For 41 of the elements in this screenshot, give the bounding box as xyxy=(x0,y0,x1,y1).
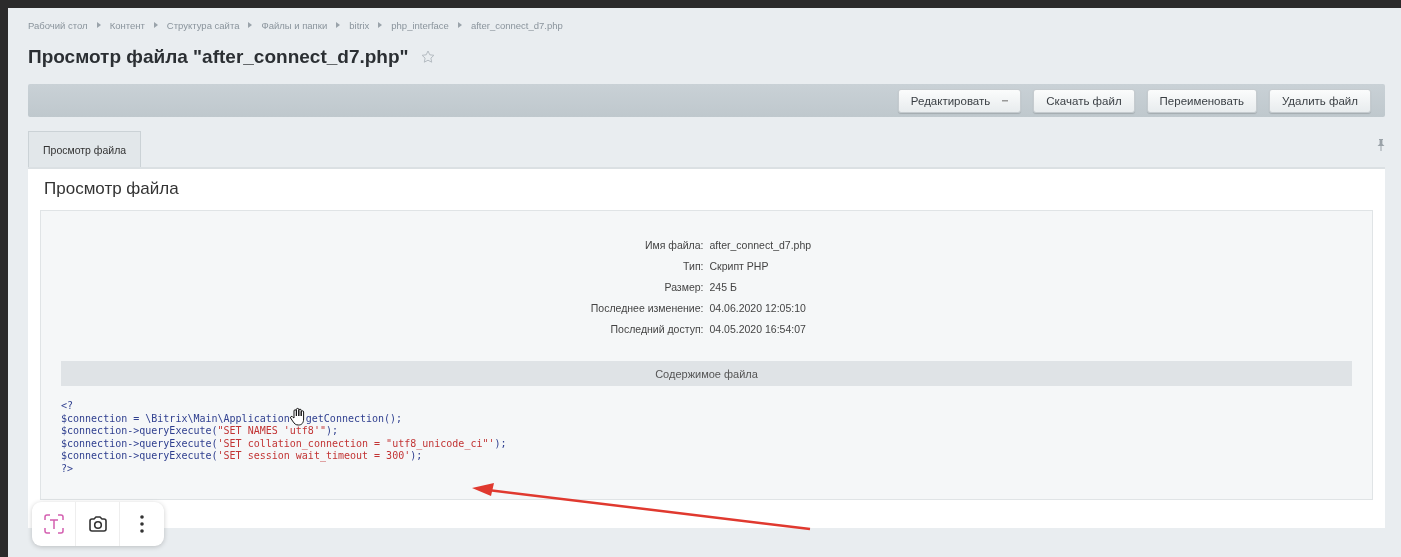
code-text: ); xyxy=(325,425,338,438)
toolbar-button[interactable]: Скачать файл xyxy=(1033,88,1135,113)
pin-icon[interactable] xyxy=(1377,139,1385,151)
toolbar-button[interactable]: Переименовать xyxy=(1146,88,1257,113)
code-text: getConnection(); xyxy=(305,412,403,425)
code-text: $connection->queryExecute( xyxy=(61,425,218,438)
property-value: after_connect_d7.php xyxy=(709,239,813,251)
code-text: $connection->queryExecute( xyxy=(61,450,218,463)
code-text: ); xyxy=(494,437,507,450)
breadcrumb-link[interactable]: php_interface xyxy=(391,19,449,31)
code-text: ); xyxy=(410,450,423,463)
property-label: Последнее изменение: xyxy=(589,302,704,314)
caret-icon xyxy=(1002,99,1009,102)
breadcrumb-link[interactable]: bitrix xyxy=(349,19,370,31)
code-text: $connection->queryExecute( xyxy=(61,437,218,450)
breadcrumb-link[interactable]: Файлы и папки xyxy=(261,19,328,31)
property-label: Имя файла: xyxy=(643,239,704,251)
breadcrumb-link[interactable]: Контент xyxy=(109,19,145,31)
property-label: Тип: xyxy=(682,260,704,272)
star-icon[interactable] xyxy=(420,50,435,64)
edit-dropdown-button[interactable]: Редактировать xyxy=(897,88,1022,113)
property-value: 04.06.2020 12:05:10 xyxy=(709,302,807,314)
property-label: Размер: xyxy=(663,281,704,293)
property-value: 04.05.2020 16:54:07 xyxy=(709,323,807,335)
section-title: Просмотр файла xyxy=(43,178,180,200)
code-string: 'SET session wait_timeout = 300' xyxy=(217,450,411,463)
property-value: Скрипт PHP xyxy=(709,260,770,272)
code-text: $connection = \Bitrix\Main\Application xyxy=(61,412,290,425)
toolbar-button[interactable]: Удалить файл xyxy=(1268,88,1371,113)
code-string: 'SET collation_connection = "utf8_unicode_ci"' xyxy=(217,437,495,450)
code-string: "SET NAMES 'utf8'" xyxy=(217,425,326,438)
breadcrumb-link[interactable]: Рабочий стол xyxy=(28,19,88,31)
page-title: Просмотр файла "after_connect_d7.php" xyxy=(28,46,409,68)
code-text: ?> xyxy=(61,462,74,475)
tab[interactable]: Просмотр файла xyxy=(28,131,142,167)
content-header: Содержимое файла xyxy=(61,361,1352,386)
property-label: Последний доступ: xyxy=(609,323,704,335)
code-text: <? xyxy=(61,400,74,413)
breadcrumb-link[interactable]: after_connect_d7.php xyxy=(470,19,563,31)
breadcrumb-link[interactable]: Структура сайта xyxy=(166,19,240,31)
property-value: 245 Б xyxy=(709,281,738,293)
